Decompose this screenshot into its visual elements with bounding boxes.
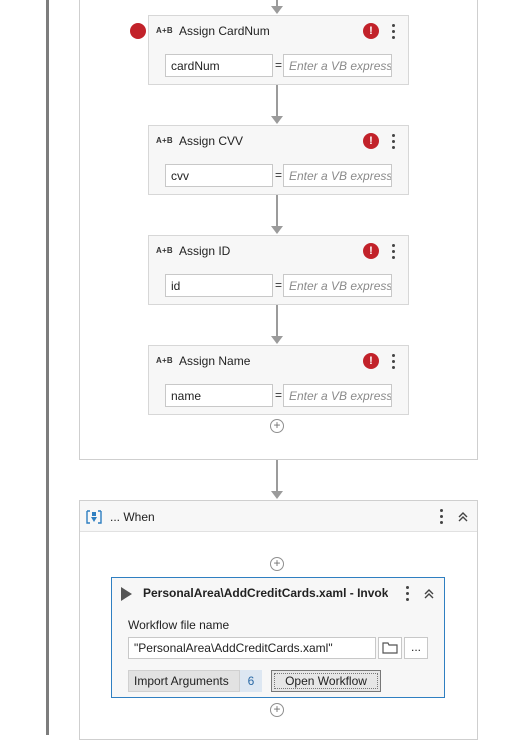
connector-arrow [271,0,283,15]
argument-count-badge: 6 [240,670,262,692]
assign-to-field[interactable]: cardNum [165,54,273,77]
when-icon [86,510,102,524]
open-workflow-button[interactable]: Open Workflow [271,670,381,692]
add-activity-button[interactable]: + [270,703,284,717]
play-icon [121,587,132,601]
error-icon[interactable]: ! [363,23,379,39]
connector-arrow [271,195,283,235]
more-options-icon[interactable] [389,242,397,262]
assign-to-field[interactable]: cvv [165,164,273,187]
connector-arrow [271,305,283,345]
more-options-icon[interactable] [403,584,411,604]
folder-icon [382,642,398,654]
invoke-workflow-activity[interactable]: PersonalArea\AddCreditCards.xaml - Invok… [111,577,445,698]
value-expression-field[interactable]: Enter a VB expression [283,384,392,407]
outer-sequence-border [46,0,49,735]
equals-sign: = [275,388,283,402]
focus-outline [274,673,378,689]
activity-title[interactable]: Assign ID [179,244,230,258]
when-header[interactable]: ... When [80,501,477,532]
ellipsis-button[interactable]: ... [404,637,428,659]
value-expression-field[interactable]: Enter a VB expression [283,274,392,297]
assign-name-activity[interactable]: A+B Assign Name ! name = Enter a VB expr… [148,345,409,415]
add-activity-button[interactable]: + [270,419,284,433]
browse-folder-button[interactable] [378,637,402,659]
more-options-icon[interactable] [389,352,397,372]
when-title: ... When [110,510,155,524]
assign-icon: A+B [156,136,173,145]
activity-title[interactable]: Assign Name [179,354,250,368]
import-arguments-button[interactable]: Import Arguments [128,670,240,692]
connector-arrow [271,85,283,125]
equals-sign: = [275,58,283,72]
connector-arrow [271,460,283,500]
invoke-title[interactable]: PersonalArea\AddCreditCards.xaml - Invok… [143,586,388,600]
workflow-file-input[interactable]: "PersonalArea\AddCreditCards.xaml" [128,637,376,659]
assign-icon: A+B [156,26,173,35]
activity-title[interactable]: Assign CVV [179,134,243,148]
activity-title[interactable]: Assign CardNum [179,24,270,38]
more-options-icon[interactable] [389,22,397,42]
assign-icon: A+B [156,246,173,255]
assign-to-field[interactable]: id [165,274,273,297]
assign-icon: A+B [156,356,173,365]
value-expression-field[interactable]: Enter a VB expression [283,54,392,77]
breakpoint-indicator[interactable] [130,23,146,39]
equals-sign: = [275,168,283,182]
collapse-icon[interactable] [457,511,469,523]
workflow-file-label: Workflow file name [128,618,230,632]
assign-id-activity[interactable]: A+B Assign ID ! id = Enter a VB expressi… [148,235,409,305]
more-options-icon[interactable] [389,132,397,152]
error-icon[interactable]: ! [363,353,379,369]
add-activity-button[interactable]: + [270,557,284,571]
more-options-icon[interactable] [437,507,445,527]
error-icon[interactable]: ! [363,133,379,149]
assign-cardnum-activity[interactable]: A+B Assign CardNum ! cardNum = Enter a V… [148,15,409,85]
equals-sign: = [275,278,283,292]
assign-cvv-activity[interactable]: A+B Assign CVV ! cvv = Enter a VB expres… [148,125,409,195]
collapse-icon[interactable] [423,588,435,600]
assign-to-field[interactable]: name [165,384,273,407]
value-expression-field[interactable]: Enter a VB expression [283,164,392,187]
error-icon[interactable]: ! [363,243,379,259]
